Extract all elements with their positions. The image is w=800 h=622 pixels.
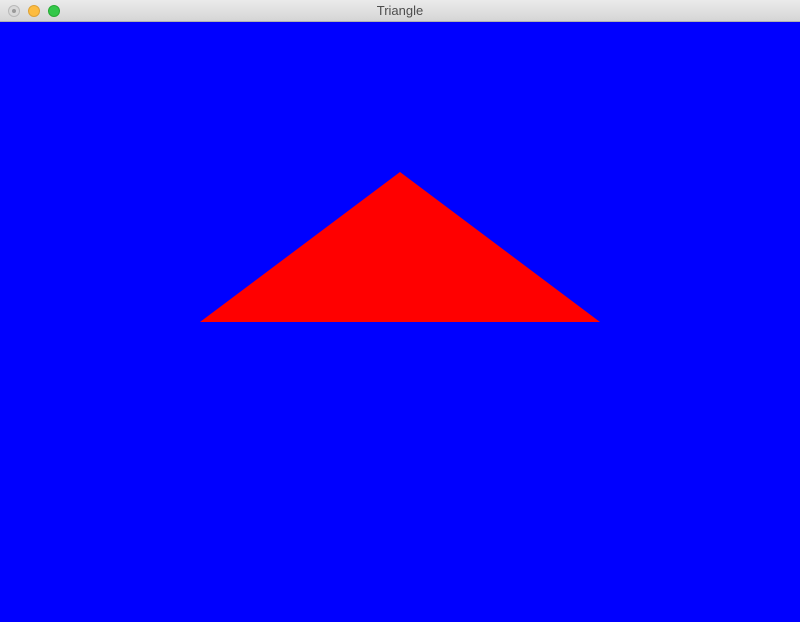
title-bar[interactable]: Triangle [0, 0, 800, 22]
render-canvas [0, 22, 800, 622]
app-window: Triangle [0, 0, 800, 622]
scene-svg [0, 22, 800, 622]
window-title: Triangle [376, 3, 424, 18]
